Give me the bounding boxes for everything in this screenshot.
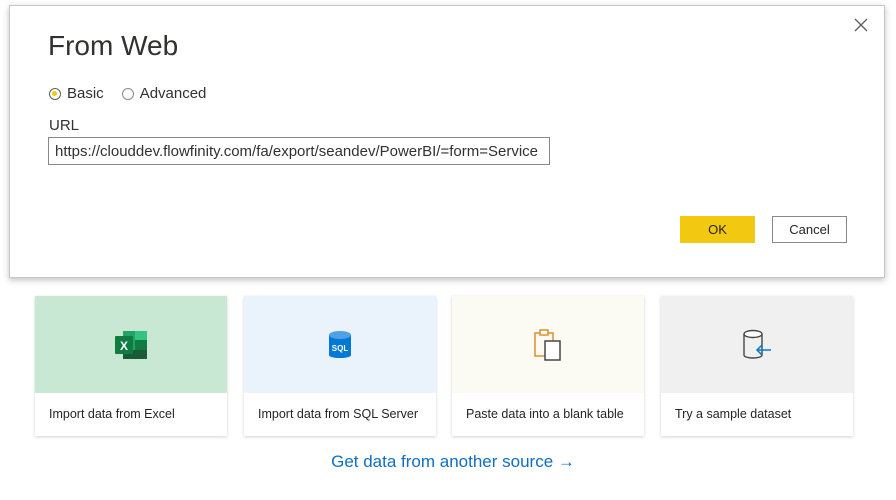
radio-advanced-indicator: [121, 87, 134, 100]
card-label: Try a sample dataset: [675, 407, 792, 421]
close-icon: [854, 18, 868, 32]
radio-basic-indicator: [49, 87, 61, 100]
url-input[interactable]: [48, 137, 550, 165]
card-thumb: X: [35, 296, 227, 393]
excel-icon: X: [115, 330, 147, 359]
radio-advanced[interactable]: Advanced: [121, 85, 207, 102]
cancel-button[interactable]: Cancel: [772, 216, 847, 243]
card-label: Import data from Excel: [49, 407, 175, 421]
card-thumb: [661, 296, 853, 393]
card-import-sql[interactable]: SQL Import data from SQL Server: [244, 296, 436, 436]
radio-basic[interactable]: Basic: [49, 85, 104, 102]
card-thumb: [452, 296, 644, 393]
card-thumb: SQL: [244, 296, 436, 393]
card-import-excel[interactable]: X Import data from Excel: [35, 296, 227, 436]
from-web-dialog: From Web Basic Advanced URL OK Cancel: [9, 5, 885, 278]
close-button[interactable]: [850, 14, 872, 36]
paste-clipboard-icon: [534, 328, 561, 361]
dialog-title: From Web: [48, 30, 179, 61]
sample-dataset-icon: [743, 329, 771, 359]
get-data-another-source-link[interactable]: Get data from another source →: [0, 452, 896, 472]
card-paste-data[interactable]: Paste data into a blank table: [452, 296, 644, 436]
card-label: Import data from SQL Server: [258, 407, 419, 421]
url-label: URL: [49, 117, 80, 134]
sql-database-icon: SQL: [329, 330, 351, 358]
mode-radio-group: Basic Advanced: [49, 85, 224, 102]
ok-button[interactable]: OK: [680, 216, 755, 243]
radio-advanced-label: Advanced: [139, 85, 207, 102]
card-sample-dataset[interactable]: Try a sample dataset: [661, 296, 853, 436]
svg-text:SQL: SQL: [332, 344, 349, 353]
svg-text:X: X: [120, 339, 128, 353]
card-label: Paste data into a blank table: [466, 407, 624, 421]
radio-basic-label: Basic: [67, 85, 104, 102]
